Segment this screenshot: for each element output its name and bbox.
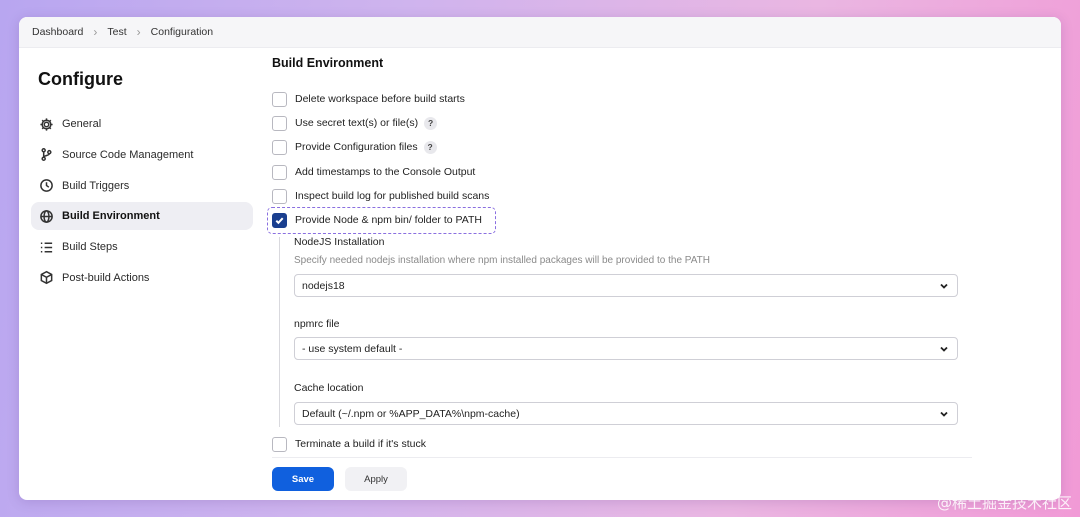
breadcrumb-test[interactable]: Test xyxy=(107,26,126,38)
apply-button[interactable]: Apply xyxy=(345,467,407,491)
nodejs-installation-select[interactable]: nodejs18 xyxy=(294,274,958,297)
breadcrumb-separator-icon: › xyxy=(136,25,141,39)
option-delete-workspace[interactable]: Delete workspace before build starts xyxy=(272,90,465,108)
checkbox-checked[interactable] xyxy=(272,212,287,228)
select-value: nodejs18 xyxy=(302,279,345,292)
sidebar-item-label: Post-build Actions xyxy=(62,271,150,284)
checkbox[interactable] xyxy=(272,436,287,452)
breadcrumb-configuration[interactable]: Configuration xyxy=(151,26,213,38)
chevron-down-icon xyxy=(939,281,949,291)
clock-icon xyxy=(38,178,54,194)
nodejs-installation-label: NodeJS Installation xyxy=(294,236,385,248)
sidebar-item-label: Source Code Management xyxy=(62,148,194,161)
breadcrumb-dashboard[interactable]: Dashboard xyxy=(32,26,83,38)
checkbox[interactable] xyxy=(272,164,287,180)
option-label: Inspect build log for published build sc… xyxy=(295,190,490,202)
npmrc-file-select[interactable]: - use system default - xyxy=(294,337,958,360)
option-provide-node-npm[interactable]: Provide Node & npm bin/ folder to PATH xyxy=(272,211,482,229)
option-label: Provide Node & npm bin/ folder to PATH xyxy=(295,214,482,226)
sidebar-item-build-steps[interactable]: Build Steps xyxy=(31,233,253,261)
option-label: Delete workspace before build starts xyxy=(295,93,465,105)
option-inspect-build-log[interactable]: Inspect build log for published build sc… xyxy=(272,187,489,205)
sidebar-item-source-code-management[interactable]: Source Code Management xyxy=(31,141,253,169)
cube-icon xyxy=(38,270,54,286)
page-title: Configure xyxy=(38,69,123,89)
checkbox[interactable] xyxy=(272,139,287,155)
option-label: Use secret text(s) or file(s) xyxy=(295,117,419,129)
sidebar-item-build-environment[interactable]: Build Environment xyxy=(31,202,253,231)
checkbox[interactable] xyxy=(272,91,287,107)
jenkins-window: Dashboard › Test › Configuration Configu… xyxy=(19,17,1061,500)
checkbox[interactable] xyxy=(272,188,287,204)
help-icon[interactable]: ? xyxy=(423,140,437,154)
gear-icon xyxy=(38,116,54,132)
sidebar-item-label: Build Triggers xyxy=(62,179,130,192)
checkmark-icon xyxy=(275,217,284,224)
side-nav: General Source Code Management Build Tri… xyxy=(31,110,253,295)
checkbox[interactable] xyxy=(272,115,287,131)
option-use-secret[interactable]: Use secret text(s) or file(s) ? xyxy=(272,114,438,132)
option-label: Provide Configuration files xyxy=(295,141,418,153)
sidebar-item-label: General xyxy=(62,118,102,130)
branch-icon xyxy=(38,147,54,163)
nested-section-line xyxy=(279,237,280,427)
nodejs-installation-description: Specify needed nodejs installation where… xyxy=(294,255,710,266)
chevron-down-icon xyxy=(939,344,949,354)
sidebar-item-general[interactable]: General xyxy=(31,110,253,138)
chevron-down-icon xyxy=(939,409,949,419)
option-add-timestamps[interactable]: Add timestamps to the Console Output xyxy=(272,163,475,181)
section-title: Build Environment xyxy=(272,56,384,70)
globe-icon xyxy=(38,208,54,224)
bottom-divider xyxy=(272,457,972,458)
breadcrumb: Dashboard › Test › Configuration xyxy=(19,17,1061,48)
sidebar-item-label: Build Steps xyxy=(62,241,118,254)
save-button[interactable]: Save xyxy=(272,467,334,491)
sidebar-item-post-build-actions[interactable]: Post-build Actions xyxy=(31,264,253,292)
select-value: Default (~/.npm or %APP_DATA%\npm-cache) xyxy=(302,407,520,420)
breadcrumb-separator-icon: › xyxy=(93,25,98,39)
npmrc-file-label: npmrc file xyxy=(294,318,340,330)
cache-location-label: Cache location xyxy=(294,382,364,394)
sidebar-item-build-triggers[interactable]: Build Triggers xyxy=(31,172,253,200)
select-value: - use system default - xyxy=(302,342,403,355)
cache-location-select[interactable]: Default (~/.npm or %APP_DATA%\npm-cache) xyxy=(294,402,958,425)
option-label: Add timestamps to the Console Output xyxy=(295,166,476,178)
option-provide-config-files[interactable]: Provide Configuration files ? xyxy=(272,138,437,156)
watermark: @稀土掘金技术社区 xyxy=(936,494,1072,512)
list-icon xyxy=(38,239,54,255)
option-label: Terminate a build if it's stuck xyxy=(295,438,426,450)
sidebar-item-label: Build Environment xyxy=(62,210,160,223)
option-terminate-stuck-build[interactable]: Terminate a build if it's stuck xyxy=(272,435,426,453)
help-icon[interactable]: ? xyxy=(424,116,438,130)
